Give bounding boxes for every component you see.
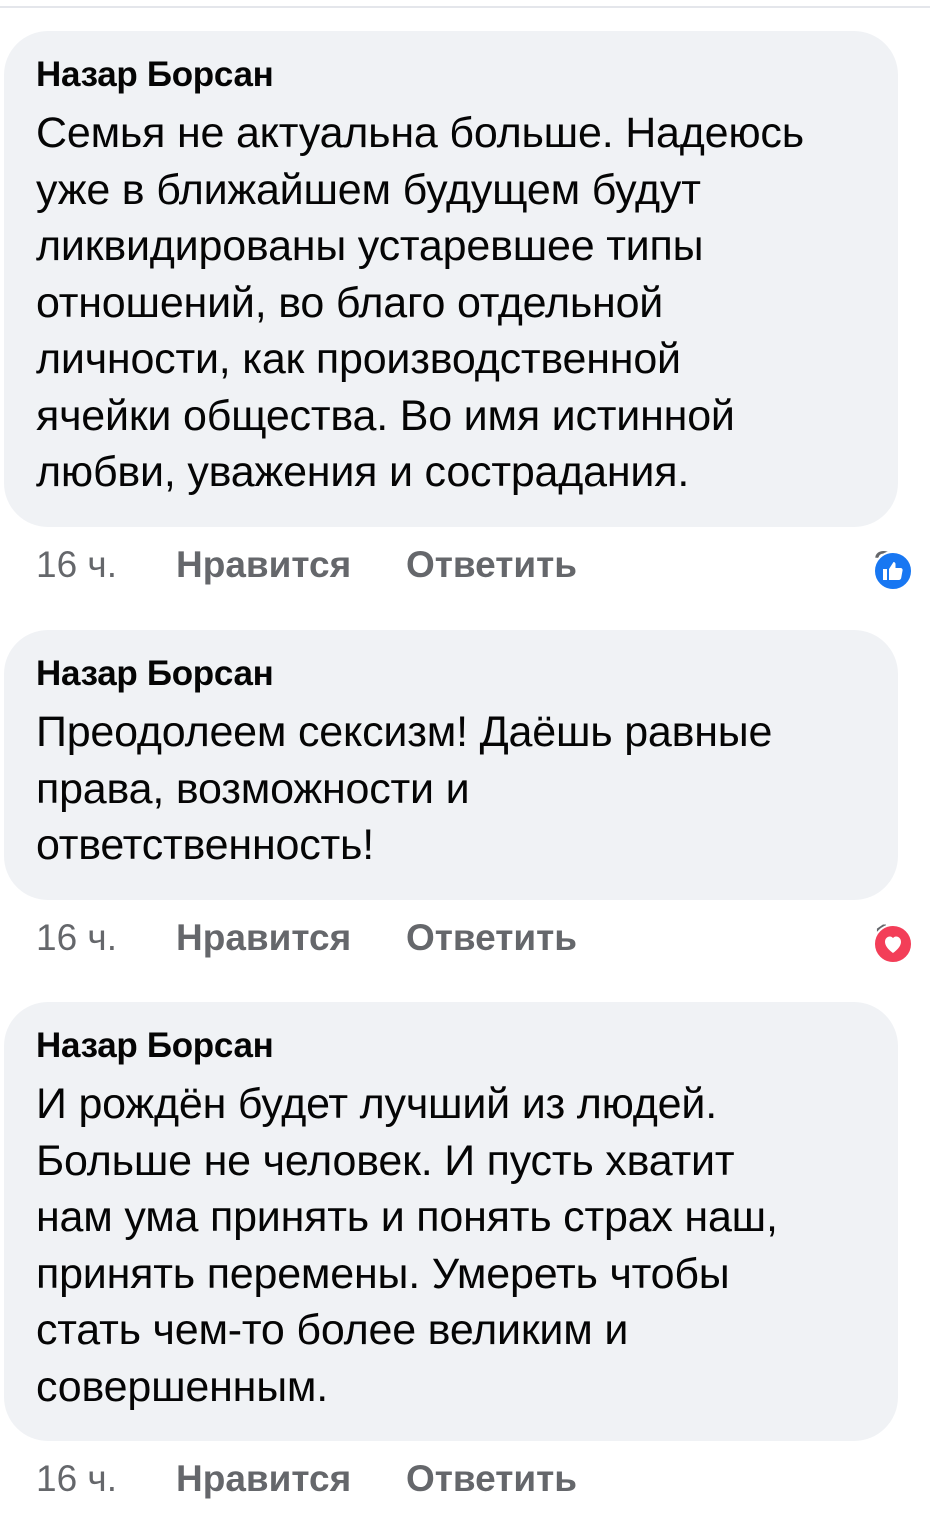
comment-text: Преодолеем сексизм! Даёшь равные права, … — [36, 704, 868, 874]
comment-text-line: права, возможности и — [36, 764, 470, 813]
comment-text-line: ячейки общества. Во имя истинной — [36, 391, 735, 440]
comment-actions: 16 ч. Нравится Ответить 1 — [4, 908, 914, 968]
comment-bubble: Назар Борсан Семья не актуальна больше. … — [4, 31, 898, 527]
comment-text-line: совершенным. — [36, 1362, 329, 1411]
comment-bubble: Назар Борсан Преодолеем сексизм! Даёшь р… — [4, 630, 898, 900]
reaction-summary[interactable]: 3 — [873, 543, 914, 591]
comment-2: Назар Борсан Преодолеем сексизм! Даёшь р… — [4, 630, 914, 968]
comment-text-line: любви, уважения и сострадания. — [36, 448, 690, 496]
comment-text-line: И рождён будет лучший из людей. — [36, 1080, 717, 1128]
comment-text-line: отношений, во благо отдельной — [36, 278, 664, 327]
comment-bubble: Назар Борсан И рождён будет лучший из лю… — [4, 1002, 898, 1441]
comment-text-line: стать чем-то более великим и — [36, 1306, 629, 1354]
reply-button[interactable]: Ответить — [406, 916, 577, 960]
comment-text-line: личности, как производственной — [36, 335, 681, 383]
comment-text-line: принять перемены. Умереть чтобы — [36, 1249, 730, 1298]
comment-1: Назар Борсан Семья не актуальна больше. … — [4, 31, 914, 595]
comment-author[interactable]: Назар Борсан — [36, 652, 868, 696]
like-button[interactable]: Нравится — [176, 543, 351, 587]
comment-text-line: уже в ближайшем будущем будут — [36, 165, 701, 214]
comment-text-line: Больше не человек. И пусть хватит — [36, 1136, 735, 1185]
comment-text: И рождён будет лучший из людей. Больше н… — [36, 1076, 868, 1415]
comment-actions: 16 ч. Нравится Ответить — [4, 1449, 898, 1509]
comment-author[interactable]: Назар Борсан — [36, 1024, 868, 1068]
comment-text-line: нам ума принять и понять страх наш, — [36, 1193, 778, 1241]
reply-button[interactable]: Ответить — [406, 543, 577, 587]
comment-timestamp[interactable]: 16 ч. — [36, 1457, 117, 1501]
comment-text-line: Преодолеем сексизм! Даёшь равные — [36, 708, 773, 756]
comment-timestamp[interactable]: 16 ч. — [36, 916, 117, 960]
like-icon — [873, 550, 914, 591]
like-button[interactable]: Нравится — [176, 916, 351, 960]
comment-text-line: ликвидированы устаревшее типы — [36, 222, 704, 270]
heart-icon — [873, 923, 914, 964]
comment-author[interactable]: Назар Борсан — [36, 53, 868, 97]
comment-text-line: Семья не актуальна больше. Надеюсь — [36, 109, 804, 157]
comment-timestamp[interactable]: 16 ч. — [36, 543, 117, 587]
top-divider — [0, 6, 930, 8]
comment-3: Назар Борсан И рождён будет лучший из лю… — [4, 1002, 898, 1509]
like-button[interactable]: Нравится — [176, 1457, 351, 1501]
reaction-summary[interactable]: 1 — [873, 916, 914, 964]
comment-text: Семья не актуальна больше. Надеюсь уже в… — [36, 105, 868, 501]
reply-button[interactable]: Ответить — [406, 1457, 577, 1501]
comment-text-line: ответственность! — [36, 821, 374, 869]
comment-actions: 16 ч. Нравится Ответить 3 — [4, 535, 914, 595]
